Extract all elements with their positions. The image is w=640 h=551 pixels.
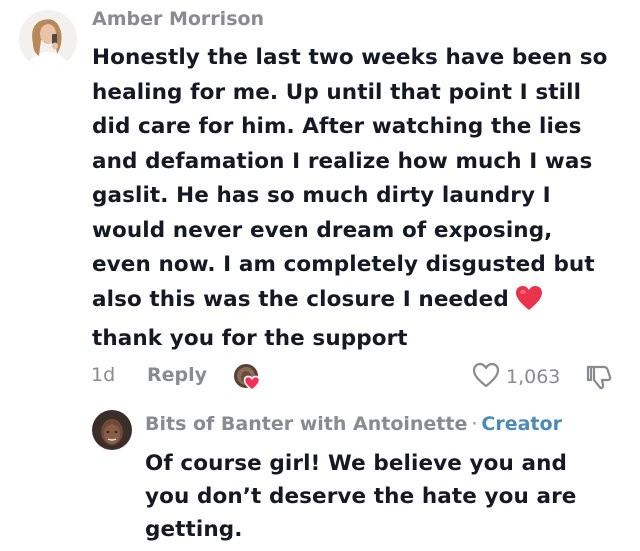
comment-line-with-emoji: also this was the closure I needed: [92, 283, 632, 323]
reply-separator: ·: [471, 413, 478, 435]
creator-liked-avatar-icon: [233, 363, 267, 392]
reply-button[interactable]: Reply: [147, 364, 207, 386]
reply-author-avatar[interactable]: [92, 410, 132, 450]
like-count: 1,063: [506, 366, 561, 388]
comment-line: gaslit. He has so much dirty laundry I: [92, 183, 551, 208]
comment-username[interactable]: Amber Morrison: [92, 8, 264, 30]
comment-line: did care for him. After watching the lie…: [92, 114, 582, 139]
reply-body: Of course girl! We believe you and you d…: [145, 447, 625, 546]
comment-line: thank you for the support: [92, 326, 408, 351]
commenter-avatar[interactable]: [19, 10, 77, 68]
comment-timestamp: 1d: [91, 364, 116, 386]
comment-line: and defamation I realize how much I was: [92, 148, 593, 174]
comment-body: Honestly the last two weeks have been so…: [92, 41, 632, 357]
comment-line-text: also this was the closure I needed: [92, 286, 509, 312]
like-button[interactable]: 1,063: [472, 362, 560, 392]
comment-line: would never even dream of exposing,: [92, 217, 553, 243]
thumbs-down-icon[interactable]: [585, 363, 613, 395]
reply-header: Bits of Banter with Antoinette · Creator: [145, 413, 562, 435]
comment-line: Honestly the last two weeks have been so: [92, 45, 608, 70]
red-heart-emoji-icon: [515, 285, 543, 323]
comment-line: healing for me. Up until that point I st…: [92, 79, 582, 105]
reply-line: getting.: [145, 517, 243, 542]
reply-line: Of course girl! We believe you and: [145, 451, 567, 476]
heart-outline-icon: [472, 362, 500, 392]
reply-line: you don’t deserve the hate you are: [145, 484, 577, 509]
comment-line: even now. I am completely disgusted but: [92, 252, 595, 277]
reply-username[interactable]: Bits of Banter with Antoinette: [145, 413, 467, 435]
creator-badge: Creator: [481, 413, 562, 435]
